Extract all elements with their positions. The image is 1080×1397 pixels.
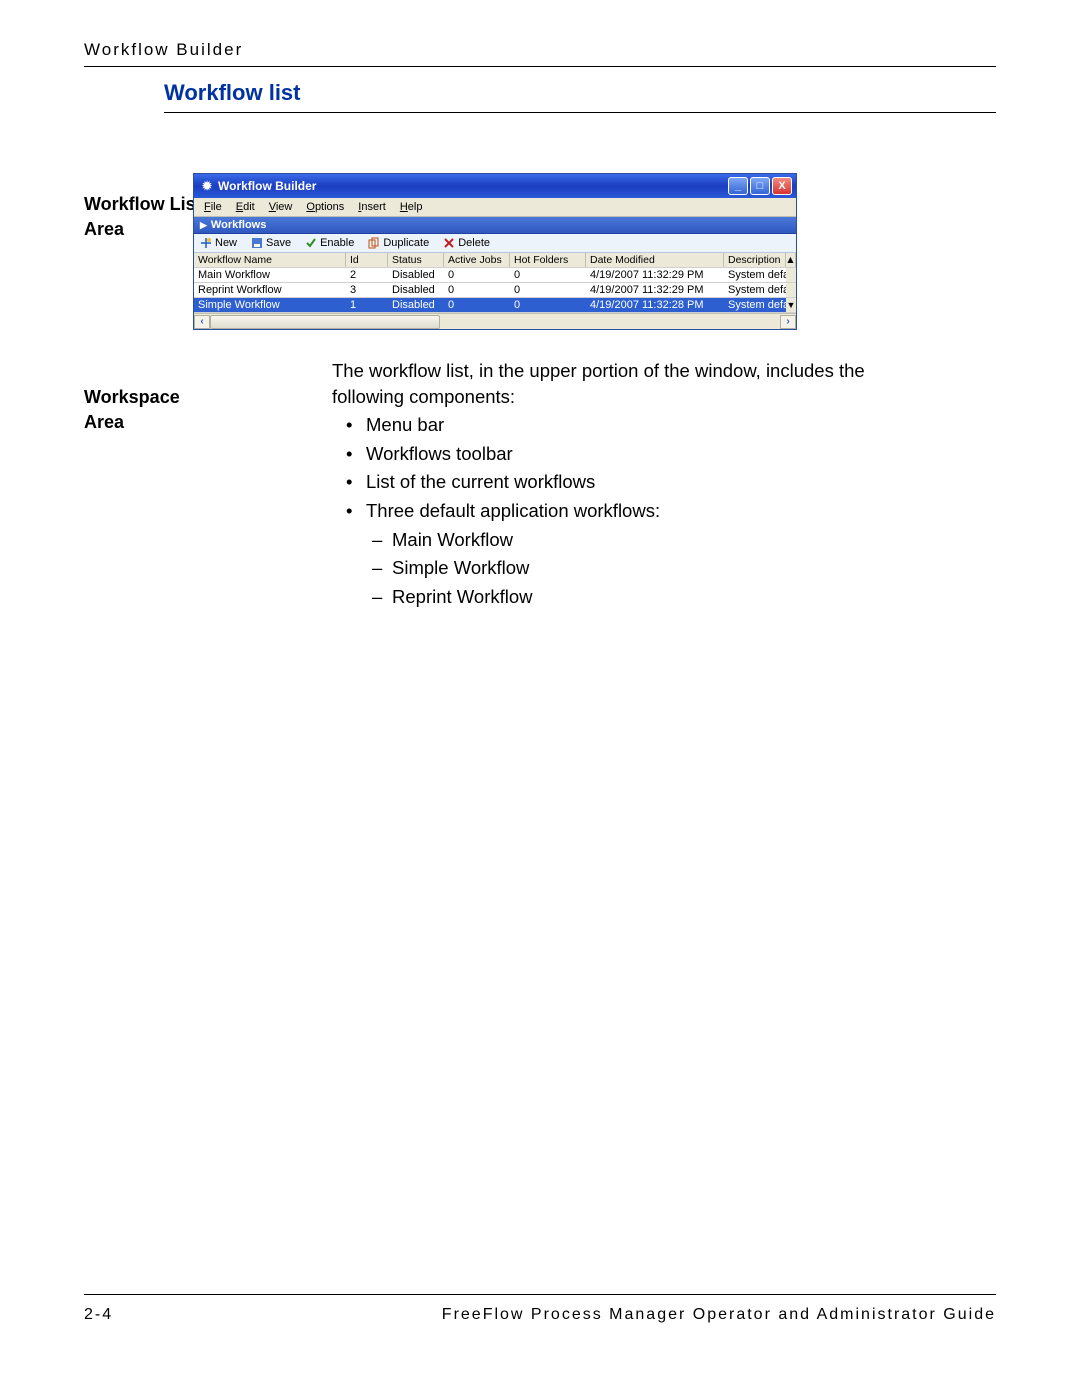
footer-title: FreeFlow Process Manager Operator and Ad… xyxy=(442,1306,996,1324)
col-name[interactable]: Workflow Name xyxy=(194,253,346,267)
hscroll[interactable]: ‹ › xyxy=(194,313,796,329)
list-item: Menu bar xyxy=(332,411,660,440)
grid-header: Workflow Name Id Status Active Jobs Hot … xyxy=(194,253,796,268)
toolbar: New Save Enable Duplicate Delete xyxy=(194,234,796,253)
workflow-grid: Workflow Name Id Status Active Jobs Hot … xyxy=(194,253,796,329)
margin-label-workspace: WorkspaceArea xyxy=(84,385,264,435)
scroll-right[interactable]: › xyxy=(780,315,796,329)
delete-icon xyxy=(443,237,455,249)
scroll-thumb[interactable] xyxy=(210,315,440,329)
list-item: Reprint Workflow xyxy=(332,583,660,612)
table-row[interactable]: Reprint Workflow 3 Disabled 0 0 4/19/200… xyxy=(194,283,796,298)
list-item: Main Workflow xyxy=(332,526,660,555)
scroll-up[interactable]: ▲ xyxy=(786,253,796,267)
enable-icon xyxy=(305,237,317,249)
scroll-left[interactable]: ‹ xyxy=(194,315,210,329)
menu-view[interactable]: View xyxy=(263,200,299,214)
menu-options[interactable]: Options xyxy=(300,200,350,214)
new-button[interactable]: New xyxy=(200,237,237,249)
menu-help[interactable]: Help xyxy=(394,200,429,214)
page-header: Workflow Builder xyxy=(84,40,996,67)
app-icon: ✹ xyxy=(200,179,214,193)
sub-bullet-list: Main Workflow Simple Workflow Reprint Wo… xyxy=(332,526,660,612)
save-icon xyxy=(251,237,263,249)
section-title: Workflow list xyxy=(164,80,996,113)
bullet-list: Menu bar Workflows toolbar List of the c… xyxy=(332,411,660,612)
duplicate-icon xyxy=(368,237,380,249)
body-paragraph: The workflow list, in the upper portion … xyxy=(332,358,932,410)
menu-file[interactable]: File xyxy=(198,200,228,214)
col-desc[interactable]: Description▼ xyxy=(724,253,786,267)
panel-title: Workflows xyxy=(211,219,266,231)
close-button[interactable]: X xyxy=(772,177,792,195)
menu-edit[interactable]: Edit xyxy=(230,200,261,214)
titlebar[interactable]: ✹ Workflow Builder _ □ X xyxy=(194,174,796,198)
col-status[interactable]: Status xyxy=(388,253,444,267)
table-row[interactable]: Main Workflow 2 Disabled 0 0 4/19/2007 1… xyxy=(194,268,796,283)
menubar: File Edit View Options Insert Help xyxy=(194,198,796,217)
app-window: ✹ Workflow Builder _ □ X File Edit View … xyxy=(193,173,797,330)
list-item: List of the current workflows xyxy=(332,468,660,497)
list-item: Simple Workflow xyxy=(332,554,660,583)
footer-rule xyxy=(84,1294,996,1295)
delete-button[interactable]: Delete xyxy=(443,237,490,249)
scroll-down[interactable]: ▼ xyxy=(786,298,796,312)
window-title: Workflow Builder xyxy=(218,179,316,193)
save-button[interactable]: Save xyxy=(251,237,291,249)
list-item: Three default application workflows: xyxy=(332,497,660,526)
duplicate-button[interactable]: Duplicate xyxy=(368,237,429,249)
expand-icon: ▶ xyxy=(200,220,207,231)
panel-header[interactable]: ▶ Workflows xyxy=(194,217,796,234)
enable-button[interactable]: Enable xyxy=(305,237,354,249)
table-row-selected[interactable]: Simple Workflow 1 Disabled 0 0 4/19/2007… xyxy=(194,298,796,313)
col-active[interactable]: Active Jobs xyxy=(444,253,510,267)
scroll-track-h[interactable] xyxy=(210,315,780,329)
new-icon xyxy=(200,237,212,249)
page-number: 2-4 xyxy=(84,1306,113,1324)
list-item: Workflows toolbar xyxy=(332,440,660,469)
maximize-button[interactable]: □ xyxy=(750,177,770,195)
minimize-button[interactable]: _ xyxy=(728,177,748,195)
col-date[interactable]: Date Modified xyxy=(586,253,724,267)
col-hot[interactable]: Hot Folders xyxy=(510,253,586,267)
scroll-track[interactable] xyxy=(786,283,796,297)
col-id[interactable]: Id xyxy=(346,253,388,267)
scroll-track[interactable] xyxy=(786,268,796,282)
menu-insert[interactable]: Insert xyxy=(352,200,392,214)
